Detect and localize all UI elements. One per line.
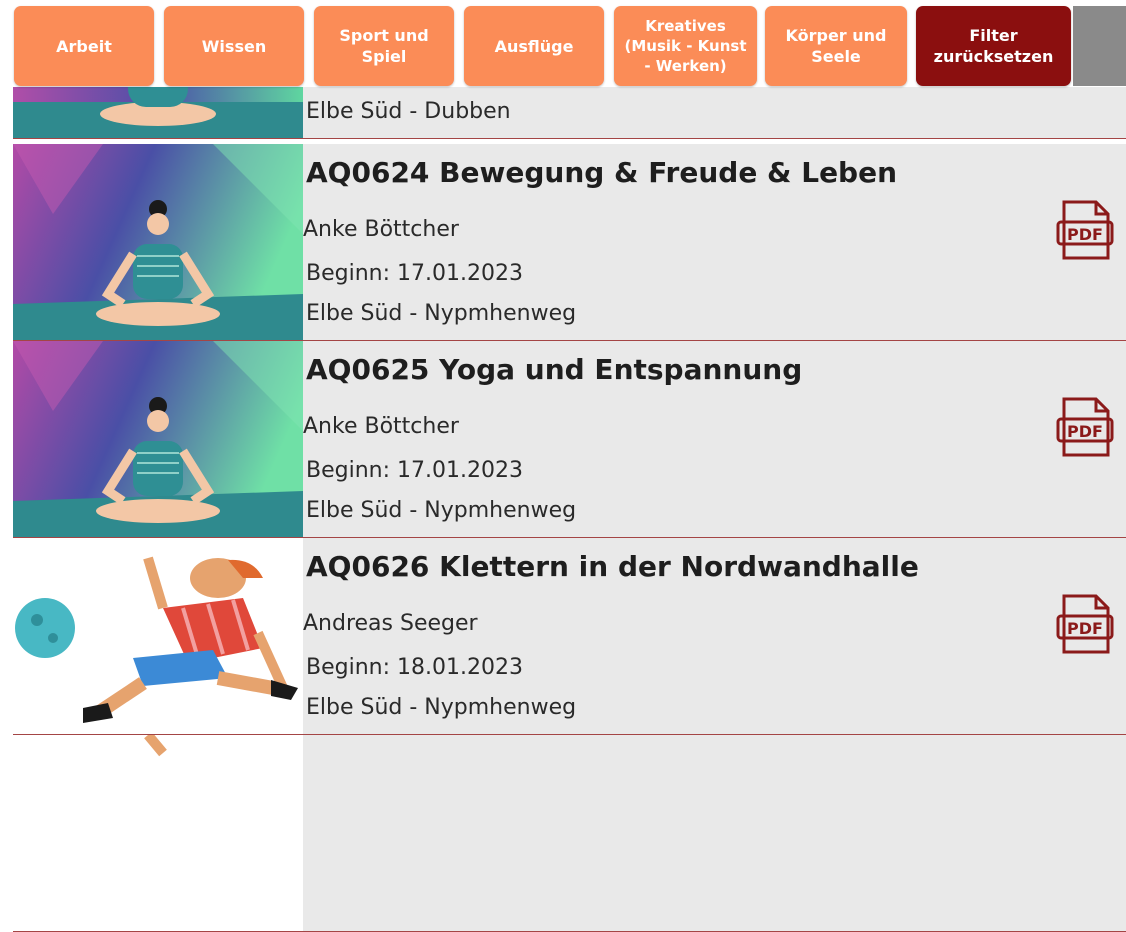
course-image-football <box>13 735 303 931</box>
pdf-label: PDF <box>1067 422 1103 441</box>
course-row[interactable]: AQ0625 Yoga und Entspannung Anke Böttche… <box>13 341 1126 538</box>
filter-button-arbeit[interactable]: Arbeit <box>14 6 154 86</box>
course-instructor: Andreas Seeger <box>303 611 478 636</box>
pdf-label: PDF <box>1067 225 1103 244</box>
course-place: Elbe Süd - Nypmhenweg <box>306 695 577 720</box>
course-row[interactable]: AQ0624 Bewegung & Freude & Leben Anke Bö… <box>13 144 1126 341</box>
course-image-yoga <box>13 144 303 340</box>
pdf-label: PDF <box>1067 619 1103 638</box>
filter-button-koerper-und-seele[interactable]: Körper und Seele <box>765 6 907 86</box>
filter-bar-filler <box>1073 6 1126 86</box>
course-row[interactable]: AQ0626 Klettern in der Nordwandhalle And… <box>13 538 1126 735</box>
course-instructor: Anke Böttcher <box>303 217 459 242</box>
pdf-download-icon[interactable]: PDF <box>1056 395 1114 459</box>
course-place: Elbe Süd - Dubben <box>306 99 511 124</box>
course-begin-date: Beginn: 18.01.2023 <box>306 655 523 680</box>
course-image-yoga <box>13 341 303 537</box>
reset-filter-button[interactable]: Filter zurücksetzen <box>916 6 1071 86</box>
course-title[interactable]: AQ0624 Bewegung & Freude & Leben <box>306 156 897 189</box>
course-place: Elbe Süd - Nypmhenweg <box>306 301 577 326</box>
filter-button-sport-und-spiel[interactable]: Sport und Spiel <box>314 6 454 86</box>
course-image-football <box>13 538 303 734</box>
course-instructor: Anke Böttcher <box>303 414 459 439</box>
filter-button-wissen[interactable]: Wissen <box>164 6 304 86</box>
course-begin-date: Beginn: 17.01.2023 <box>306 458 523 483</box>
course-title[interactable]: AQ0626 Klettern in der Nordwandhalle <box>306 550 919 583</box>
course-title[interactable]: AQ0625 Yoga und Entspannung <box>306 353 802 386</box>
filter-button-ausfluege[interactable]: Ausflüge <box>464 6 604 86</box>
course-place: Elbe Süd - Nypmhenweg <box>306 498 577 523</box>
course-row[interactable] <box>13 735 1126 932</box>
course-list: Elbe Süd - Dubben AQ0624 Bewegung & Freu… <box>0 0 1126 932</box>
pdf-download-icon[interactable]: PDF <box>1056 198 1114 262</box>
filter-button-kreatives[interactable]: Kreatives (Musik - Kunst - Werken) <box>614 6 757 86</box>
course-begin-date: Beginn: 17.01.2023 <box>306 261 523 286</box>
category-filter-bar: Arbeit Wissen Sport und Spiel Ausflüge K… <box>0 0 1126 87</box>
pdf-download-icon[interactable]: PDF <box>1056 592 1114 656</box>
